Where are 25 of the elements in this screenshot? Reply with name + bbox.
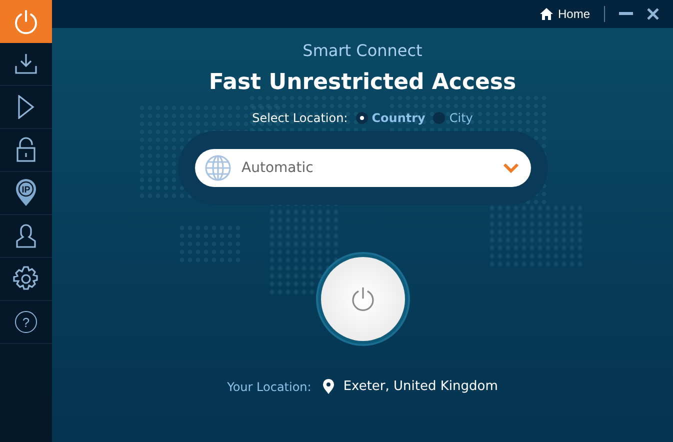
title: Fast Unrestricted Access	[208, 70, 516, 95]
location-dropdown[interactable]: Automatic	[194, 149, 530, 187]
select-location-label: Select Location:	[252, 111, 348, 125]
connect-button[interactable]	[320, 257, 404, 341]
power-icon	[350, 286, 376, 312]
home-link[interactable]: Home	[540, 7, 590, 21]
power-icon	[13, 8, 39, 34]
subtitle: Smart Connect	[302, 41, 422, 60]
location-pin-icon	[323, 379, 334, 394]
your-location-label: Your Location:	[227, 380, 312, 394]
your-location-value: Exeter, United Kingdom	[343, 379, 498, 394]
play-icon	[17, 95, 35, 119]
download-icon	[14, 53, 38, 75]
home-icon	[540, 8, 553, 20]
settings-icon	[13, 266, 39, 292]
help-icon: ?	[15, 311, 37, 333]
ip-pin-icon: IP	[15, 179, 37, 207]
close-icon[interactable]	[647, 8, 659, 20]
user-icon	[15, 224, 37, 248]
radio-option[interactable]: Country	[356, 111, 426, 125]
chevron-down-icon	[502, 163, 518, 173]
lock-icon	[16, 137, 36, 163]
minimize-icon[interactable]	[619, 12, 633, 16]
globe-icon	[204, 154, 232, 182]
radio-option[interactable]: City	[433, 111, 473, 125]
